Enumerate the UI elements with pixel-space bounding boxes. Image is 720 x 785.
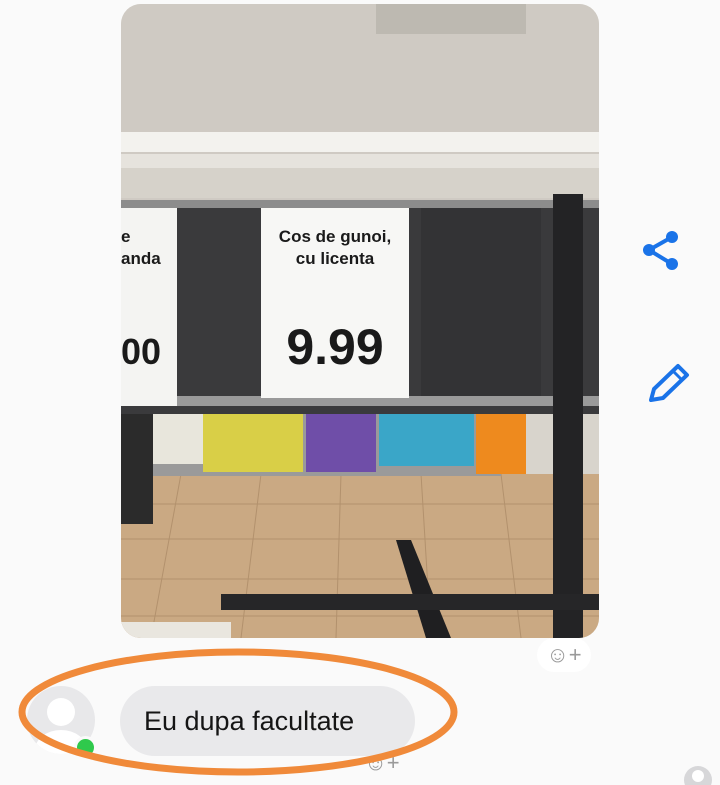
message-reaction-label: ☺+ [364, 750, 400, 775]
pencil-icon[interactable] [645, 362, 691, 406]
floor [121, 474, 599, 638]
reaction-button-label: ☺+ [546, 642, 582, 667]
cart-bar [221, 594, 599, 610]
product-group-3 [306, 410, 376, 472]
product-group-4 [379, 412, 474, 466]
ceiling-vent [376, 4, 526, 34]
floor-paper [121, 622, 231, 638]
corner-avatar-icon [684, 766, 712, 785]
back-wall [121, 168, 599, 198]
product-group-2 [203, 412, 303, 472]
sign-title-line1: Cos de gunoi, [279, 227, 391, 246]
add-reaction-button[interactable]: ☺+ [537, 638, 591, 672]
left-sign-line1: e [121, 227, 130, 246]
left-sign-price: 00 [121, 331, 161, 372]
right-sign-panel [421, 208, 541, 396]
person-leg [121, 414, 153, 524]
store-photo: e anda 00 Cos de gunoi, cu licenta 9.99 [121, 4, 599, 638]
left-sign-line2: anda [121, 249, 161, 268]
orange-display [476, 404, 526, 474]
sign-price: 9.99 [286, 319, 383, 375]
ceiling-light [121, 132, 599, 152]
message-reaction-button[interactable]: ☺+ [355, 748, 409, 778]
sign-rail-top [121, 200, 599, 208]
sign-title-line2: cu licenta [296, 249, 375, 268]
message-photo[interactable]: e anda 00 Cos de gunoi, cu licenta 9.99 [121, 4, 599, 638]
message-text: Eu dupa facultate [144, 706, 355, 736]
sign-post [553, 194, 583, 638]
online-status-dot [74, 736, 97, 759]
share-icon[interactable] [640, 228, 682, 272]
message-bubble[interactable]: Eu dupa facultate [120, 686, 415, 756]
ceiling-light-2 [121, 154, 599, 168]
